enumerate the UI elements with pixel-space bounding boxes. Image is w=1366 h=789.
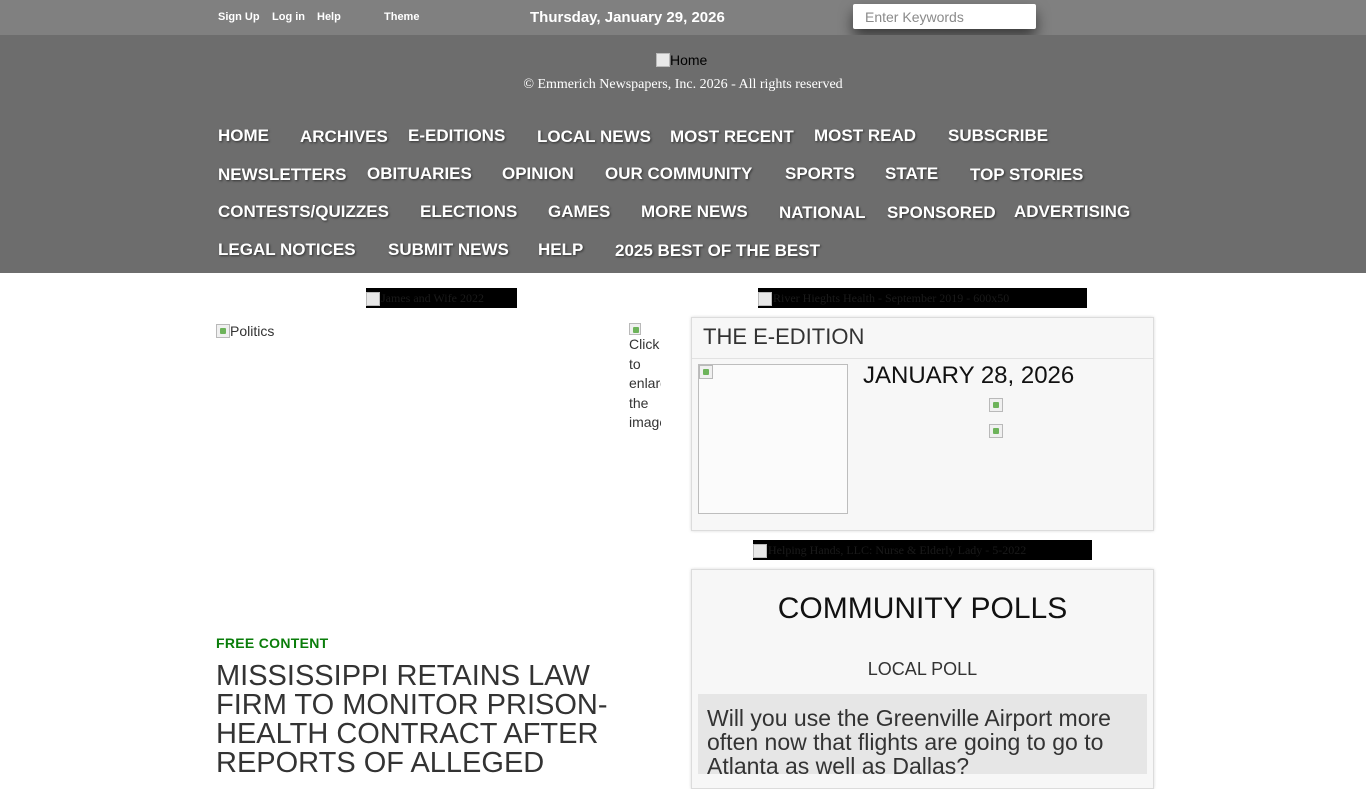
e-edition-title[interactable]: THE E-EDITION (703, 324, 864, 350)
enlarge-image-text: Click to enlarge the image (629, 336, 661, 431)
nav-item-contests-quizzes[interactable]: CONTESTS/QUIZZES (218, 202, 389, 222)
nav-item-e-editions[interactable]: E-EDITIONS (408, 126, 505, 146)
nav-item-best-of-the-best[interactable]: 2025 BEST OF THE BEST (615, 241, 820, 261)
ad-alt-text: James and Wife 2022 (381, 291, 484, 305)
logo-alt-text: Home (670, 52, 708, 68)
nav-item-elections[interactable]: ELECTIONS (420, 202, 517, 222)
nav-item-our-community[interactable]: OUR COMMUNITY (605, 164, 752, 184)
nav-item-local-news[interactable]: LOCAL NEWS (537, 127, 651, 147)
nav-item-help[interactable]: HELP (538, 240, 583, 260)
log-in-link[interactable]: Log in (272, 11, 305, 23)
nav-item-advertising[interactable]: ADVERTISING (1014, 202, 1130, 222)
e-edition-thumbnail[interactable] (698, 364, 848, 514)
ad-alt-text: River Hieghts Health - September 2019 - … (773, 291, 1010, 305)
enlarge-image-link[interactable]: Click to enlarge the image (629, 323, 661, 433)
e-edition-panel: THE E-EDITION JANUARY 28, 2026 (691, 317, 1154, 531)
broken-image-icon[interactable] (989, 424, 1003, 438)
theme-link[interactable]: Theme (384, 11, 419, 23)
nav-item-most-read[interactable]: MOST READ (814, 126, 916, 146)
ad-alt-text: Helping Hands, LLC: Nurse & Elderly Lady… (768, 543, 1027, 557)
divider (692, 358, 1153, 359)
article-image[interactable]: Politics (216, 323, 274, 339)
nav-item-sponsored[interactable]: SPONSORED (887, 203, 996, 223)
poll-question: Will you use the Greenville Airport more… (698, 694, 1147, 778)
nav-item-obituaries[interactable]: OBITUARIES (367, 164, 472, 184)
nav-item-most-recent[interactable]: MOST RECENT (670, 127, 794, 147)
nav-item-national[interactable]: NATIONAL (779, 203, 866, 223)
ad-banner-right-middle[interactable]: Helping Hands, LLC: Nurse & Elderly Lady… (753, 540, 1092, 560)
article-image-alt: Politics (230, 323, 275, 339)
broken-image-icon (366, 292, 380, 307)
nav-item-submit-news[interactable]: SUBMIT NEWS (388, 240, 509, 260)
broken-image-icon (699, 365, 713, 379)
sign-up-link[interactable]: Sign Up (218, 11, 260, 23)
nav-item-legal-notices[interactable]: LEGAL NOTICES (218, 240, 356, 260)
nav-item-archives[interactable]: ARCHIVES (300, 127, 388, 147)
free-content-label: FREE CONTENT (216, 635, 329, 651)
broken-image-icon (656, 53, 670, 67)
nav-item-newsletters[interactable]: NEWSLETTERS (218, 165, 346, 185)
ad-banner-right[interactable]: River Hieghts Health - September 2019 - … (758, 288, 1087, 308)
current-date: Thursday, January 29, 2026 (530, 9, 725, 26)
nav-item-top-stories[interactable]: TOP STORIES (970, 165, 1083, 185)
help-link[interactable]: Help (317, 11, 341, 23)
broken-image-icon (629, 323, 641, 335)
article-headline[interactable]: Mississippi retains law firm to monitor … (216, 662, 646, 778)
polls-title: COMMUNITY POLLS (777, 592, 1068, 625)
broken-image-icon (216, 324, 230, 338)
nav-item-opinion[interactable]: OPINION (502, 164, 574, 184)
nav-item-sports[interactable]: SPORTS (785, 164, 855, 184)
broken-image-icon (753, 544, 767, 559)
community-polls-panel: COMMUNITY POLLS LOCAL POLL Will you use … (691, 569, 1154, 789)
nav-item-more-news[interactable]: MORE NEWS (641, 202, 748, 222)
ad-banner-left[interactable]: James and Wife 2022 (366, 288, 517, 308)
copyright-notice: © Emmerich Newspapers, Inc. 2026 - All r… (523, 77, 843, 92)
nav-item-subscribe[interactable]: SUBSCRIBE (948, 126, 1048, 146)
broken-image-icon (758, 292, 772, 307)
nav-item-home[interactable]: HOME (218, 126, 269, 146)
masthead: Home © Emmerich Newspapers, Inc. 2026 - … (0, 35, 1366, 273)
poll-subtitle: LOCAL POLL (867, 659, 978, 679)
broken-image-icon[interactable] (989, 398, 1003, 412)
search-input[interactable] (853, 4, 1036, 29)
home-logo-link[interactable]: Home (656, 50, 716, 70)
e-edition-date[interactable]: JANUARY 28, 2026 (863, 362, 1074, 390)
nav-item-state[interactable]: STATE (885, 164, 938, 184)
nav-item-games[interactable]: GAMES (548, 202, 610, 222)
top-utility-bar: Sign Up Log in Help Theme Thursday, Janu… (0, 0, 1366, 35)
